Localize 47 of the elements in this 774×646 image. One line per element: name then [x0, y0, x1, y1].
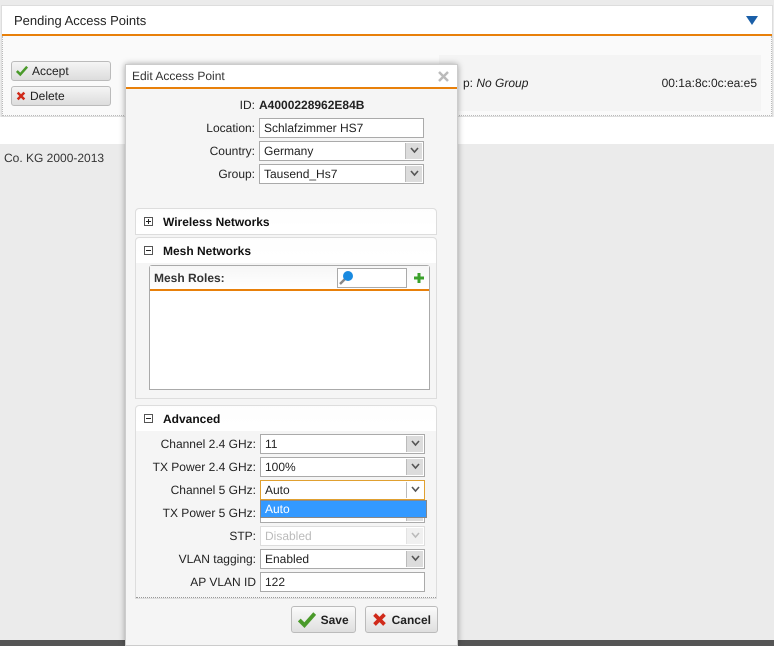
- minus-box-icon[interactable]: [144, 246, 153, 255]
- group-text: p: No Group: [463, 76, 528, 90]
- section-header[interactable]: Advanced: [136, 406, 436, 431]
- section-header[interactable]: Wireless Networks: [136, 209, 436, 234]
- pending-row[interactable]: p: No Group 00:1a:8c:0c:ea:e5: [439, 55, 761, 111]
- down-triangle-icon[interactable]: [746, 16, 758, 24]
- accept-button[interactable]: Accept: [11, 61, 111, 81]
- search-field[interactable]: [337, 268, 407, 288]
- section-title: Advanced: [163, 412, 220, 426]
- select-field[interactable]: Enabled: [260, 548, 425, 568]
- x-icon: [16, 91, 26, 101]
- field-label: TX Power 5 GHz:: [162, 506, 257, 520]
- x-icon: [372, 612, 387, 627]
- checkmark-icon: [16, 65, 28, 77]
- checkmark-icon: [298, 610, 316, 628]
- cancel-button[interactable]: Cancel: [364, 606, 438, 633]
- section-header[interactable]: Mesh Networks: [136, 238, 436, 263]
- field-label: Group:: [217, 166, 256, 180]
- save-button[interactable]: Save: [290, 606, 356, 633]
- text-field[interactable]: 122: [260, 572, 425, 592]
- id-value: A4000228962E84B: [259, 98, 364, 112]
- search-icon: [338, 270, 354, 286]
- id-label: ID:: [238, 98, 256, 112]
- field-label: Location:: [205, 120, 256, 134]
- select-field[interactable]: Tausend_Hs7: [259, 164, 424, 184]
- section-title: Mesh Networks: [163, 244, 252, 258]
- field-label: Channel 5 GHz:: [170, 482, 257, 496]
- delete-button[interactable]: Delete: [11, 86, 111, 106]
- dialog-title: Edit Access Point: [132, 69, 225, 83]
- plus-box-icon[interactable]: [144, 217, 153, 226]
- field-label: VLAN tagging:: [178, 552, 257, 566]
- field-label: STP:: [228, 528, 257, 542]
- select-field[interactable]: 11: [260, 434, 425, 454]
- section-title: Wireless Networks: [163, 214, 270, 228]
- field-label: Channel 2.4 GHz:: [160, 436, 257, 450]
- panel-title: Pending Access Points: [14, 12, 146, 28]
- plus-icon[interactable]: [413, 272, 425, 284]
- text-field[interactable]: Schlafzimmer HS7: [259, 118, 424, 138]
- mac-address: 00:1a:8c:0c:ea:e5: [662, 76, 757, 90]
- select-field[interactable]: Germany: [259, 140, 424, 160]
- list-title: Mesh Roles:: [154, 270, 226, 284]
- field-label: Country:: [208, 144, 256, 158]
- select-field[interactable]: 100%: [260, 456, 425, 476]
- field-label: TX Power 2.4 GHz:: [152, 460, 257, 474]
- field-label: AP VLAN ID: [189, 574, 257, 588]
- minus-box-icon[interactable]: [144, 414, 153, 423]
- copyright-text: Co. KG 2000-2013: [4, 151, 104, 165]
